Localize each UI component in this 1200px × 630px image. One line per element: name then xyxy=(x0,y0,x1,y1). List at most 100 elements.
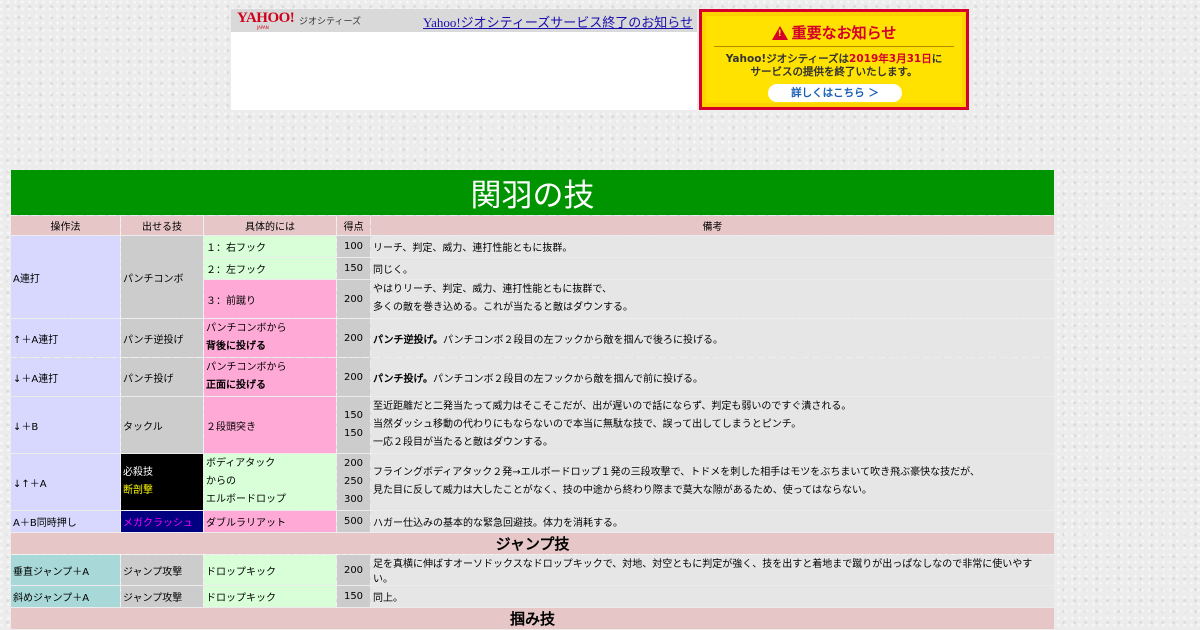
notice-divider xyxy=(714,46,954,47)
header-detail: 具体的には xyxy=(204,216,336,235)
important-notice-box[interactable]: ! 重要なお知らせ Yahoo!ジオシティーズは2019年3月31日に サービスの… xyxy=(699,9,969,110)
cell-move: パンチ投げ xyxy=(121,358,203,396)
cell-move: ジャンプ攻撃 xyxy=(121,586,203,607)
section-row: 掴み技 xyxy=(11,608,1054,629)
table-row: 垂直ジャンプ＋A ジャンプ攻撃 ドロップキック 200 足を真横に伸ばすオーソド… xyxy=(11,555,1054,585)
page-title: 関羽の技 xyxy=(11,170,1054,215)
table-row: ↓＋B タックル ２段頭突き 150 150 至近距離だと二発当たって威力はそこそ… xyxy=(11,397,1054,453)
detail-line: からの xyxy=(206,476,236,487)
note-text: パンチコンボ２段目の左フックから敵を掴んで後ろに投げる。 xyxy=(443,334,723,346)
yahoo-banner: YAHOO! JAPAN ジオシティーズ Yahoo!ジオシティーズサービス終了… xyxy=(231,9,697,110)
note-text: パンチコンボ２段目の左フックから敵を掴んで前に投げる。 xyxy=(433,373,703,385)
note-line: 一応２段目が当たると敵はダウンする。 xyxy=(373,437,553,448)
notice-body-line2: サービスの提供を終了いたします。 xyxy=(750,66,918,78)
note-line: 当然ダッシュ移動の代わりにもならないので本当に無駄な技で、誤って出してしまうとピ… xyxy=(373,419,802,430)
section-title-grab: 掴み技 xyxy=(11,608,1054,629)
yahoo-logo[interactable]: YAHOO! xyxy=(237,11,295,26)
cell-operation: ↓＋A連打 xyxy=(11,358,120,396)
geocities-label: ジオシティーズ xyxy=(299,17,362,27)
header-move: 出せる技 xyxy=(121,216,203,235)
note-bold: パンチ投げ。 xyxy=(373,373,433,385)
note-line: 見た目に反して威力は大したことがなく、技の中途から終わり際まで莫大な隙があるため… xyxy=(373,485,872,496)
notice-date: 2019年3月31日 xyxy=(849,53,932,65)
cell-operation: 垂直ジャンプ＋A xyxy=(11,555,120,585)
cell-detail: ２段頭突き xyxy=(204,397,336,453)
table-row: 斜めジャンプ＋A ジャンプ攻撃 ドロップキック 150 同上。 xyxy=(11,586,1054,607)
cell-note: 至近距離だと二発当たって威力はそこそこだが、出が遅いので話にならず、判定も弱いの… xyxy=(371,397,1054,453)
detail-line-bold: 背後に投げる xyxy=(206,341,266,352)
notice-title-text: 重要なお知らせ xyxy=(791,24,897,42)
cell-operation: 斜めジャンプ＋A xyxy=(11,586,120,607)
cell-move: パンチ逆投げ xyxy=(121,319,203,357)
table-row: A連打 パンチコンボ １：右フック 100 リーチ、判定、威力、連打性能ともに抜… xyxy=(11,236,1054,318)
cell-move: ジャンプ攻撃 xyxy=(121,555,203,585)
cell-move: タックル xyxy=(121,397,203,453)
detail-line: パンチコンボから xyxy=(206,362,287,373)
cell-detail: ボディアタック からの エルボードロップ xyxy=(204,454,336,510)
points-line: 300 xyxy=(343,494,364,505)
cell-points: 500 xyxy=(337,511,370,532)
notice-inner: ! 重要なお知らせ Yahoo!ジオシティーズは2019年3月31日に サービスの… xyxy=(706,16,962,103)
table-row: ↓↑＋A 必殺技断剖撃 ボディアタック からの エルボードロップ 200 250 300… xyxy=(11,454,1054,510)
note-line: フライングボディアタック２発→エルボードロップ１発の三段攻撃で、トドメを刺した相… xyxy=(373,467,980,478)
notice-body-pre: Yahoo!ジオシティーズは xyxy=(725,53,850,65)
cell-operation: ↑＋A連打 xyxy=(11,319,120,357)
cell-points: 200 xyxy=(337,555,370,585)
cell-detail: ３：前蹴り xyxy=(204,280,336,318)
cell-move-mega: メガクラッシュ xyxy=(121,511,203,532)
table-row: A＋B同時押し メガクラッシュ ダブルラリアット 500 ハガー仕込みの基本的な… xyxy=(11,511,1054,532)
notice-body-post: に xyxy=(931,53,943,65)
cell-detail: パンチコンボから 正面に投げる xyxy=(204,358,336,396)
cell-operation: ↓↑＋A xyxy=(11,454,120,510)
cell-points: 100 xyxy=(337,236,370,257)
cell-note: 同じく。 xyxy=(371,258,1054,279)
header-operation: 操作法 xyxy=(11,216,120,235)
special-name: 断剖撃 xyxy=(123,485,153,496)
section-title-jump: ジャンプ技 xyxy=(11,533,1054,554)
note-line: 多くの敵を巻き込める。これが当たると敵はダウンする。 xyxy=(373,302,633,313)
special-label: 必殺技 xyxy=(123,467,153,478)
header-points: 得点 xyxy=(337,216,370,235)
cell-operation: A＋B同時押し xyxy=(11,511,120,532)
cell-points: 200 xyxy=(337,358,370,396)
cell-points: 200 250 300 xyxy=(337,454,370,510)
notice-title: ! 重要なお知らせ xyxy=(706,22,962,43)
detail-line: ボディアタック xyxy=(206,458,276,469)
cell-detail: ドロップキック xyxy=(204,586,336,607)
warning-icon: ! xyxy=(771,26,788,40)
cell-note: やはりリーチ、判定、威力、連打性能ともに抜群で、多くの敵を巻き込める。これが当た… xyxy=(371,280,1054,318)
cell-note: パンチ逆投げ。パンチコンボ２段目の左フックから敵を掴んで後ろに投げる。 xyxy=(371,319,1054,357)
points-line: 200 xyxy=(343,458,364,469)
cell-points: 150 150 xyxy=(337,397,370,453)
notice-body: Yahoo!ジオシティーズは2019年3月31日に サービスの提供を終了いたしま… xyxy=(710,53,958,79)
note-bold: パンチ逆投げ。 xyxy=(373,334,443,346)
service-end-link[interactable]: Yahoo!ジオシティーズサービス終了のお知らせ xyxy=(423,12,693,31)
cell-detail: ドロップキック xyxy=(204,555,336,585)
points-line: 150 xyxy=(343,410,364,421)
detail-line-bold: 正面に投げる xyxy=(206,380,266,391)
cell-detail: ダブルラリアット xyxy=(204,511,336,532)
cell-points: 200 xyxy=(337,319,370,357)
detail-line: パンチコンボから xyxy=(206,323,287,334)
note-line: やはりリーチ、判定、威力、連打性能ともに抜群で、 xyxy=(373,284,612,295)
note-line: 至近距離だと二発当たって威力はそこそこだが、出が遅いので話にならず、判定も弱いの… xyxy=(373,401,852,412)
cell-operation: A連打 xyxy=(11,236,120,318)
details-button[interactable]: 詳しくはこちら ＞ xyxy=(768,84,902,102)
cell-points: 200 xyxy=(337,280,370,318)
cell-points: 150 xyxy=(337,258,370,279)
header-notes: 備考 xyxy=(371,216,1054,235)
cell-note: 足を真横に伸ばすオーソドックスなドロップキックで、対地、対空ともに判定が強く、技… xyxy=(371,555,1054,585)
cell-detail: パンチコンボから 背後に投げる xyxy=(204,319,336,357)
section-row: ジャンプ技 xyxy=(11,533,1054,554)
cell-note: フライングボディアタック２発→エルボードロップ１発の三段攻撃で、トドメを刺した相… xyxy=(371,454,1054,510)
cell-note: ハガー仕込みの基本的な緊急回避技。体力を消耗する。 xyxy=(371,511,1054,532)
moves-table: 関羽の技 操作法 出せる技 具体的には 得点 備考 A連打 パンチコンボ １：右… xyxy=(10,169,1055,630)
cell-move: パンチコンボ xyxy=(121,236,203,318)
cell-points: 150 xyxy=(337,586,370,607)
cell-detail: ２：左フック xyxy=(204,258,336,279)
points-line: 250 xyxy=(343,476,364,487)
table-row: ↓＋A連打 パンチ投げ パンチコンボから 正面に投げる 200 パンチ投げ。パンチ… xyxy=(11,358,1054,396)
yahoo-logo-sub: JAPAN xyxy=(257,25,269,30)
cell-note: 同上。 xyxy=(371,586,1054,607)
cell-note: リーチ、判定、威力、連打性能ともに抜群。 xyxy=(371,236,1054,257)
